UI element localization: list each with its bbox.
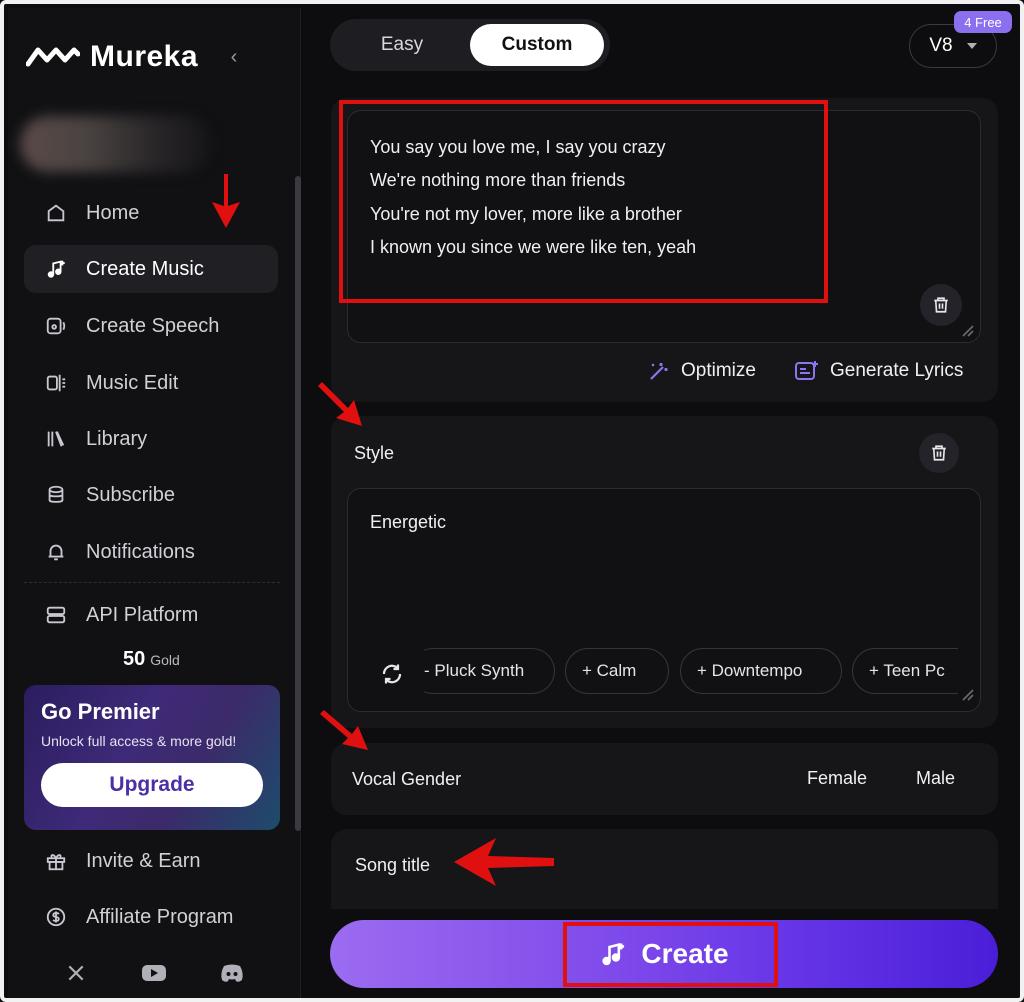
nav-label: Create Music [86,257,204,280]
nav-label: Invite & Earn [86,849,201,872]
discord-icon[interactable] [215,958,249,988]
home-icon [44,201,68,225]
nav-label: Affiliate Program [86,905,234,928]
style-tags-row: - Pluck Synth + Calm + Downtempo + Teen … [424,648,958,694]
nav-create-speech[interactable]: Create Speech [24,302,278,350]
go-premier-card: Go Premier Unlock full access & more gol… [24,685,280,830]
vocal-gender-label: Vocal Gender [352,769,462,789]
annotation-arrow-style [318,382,362,426]
annotation-arrow-down [212,174,240,228]
free-count-badge: 4 Free [954,11,1012,33]
resize-handle-icon[interactable] [960,323,974,337]
vocal-gender-panel: Vocal Gender [331,743,998,815]
screenshot-frame: Mureka ‹ Home Create Music Create Speech [0,0,1024,1002]
nav-label: Create Speech [86,314,220,337]
sidebar: Mureka ‹ Home Create Music Create Speech [8,8,301,998]
music-edit-icon [44,371,68,395]
nav-label: Library [86,427,148,450]
nav-notifications[interactable]: Notifications [24,528,278,576]
style-tag[interactable]: + Teen Pc [852,648,958,694]
nav-label: API Platform [86,603,199,626]
nav-api-platform[interactable]: API Platform [24,591,278,639]
tab-easy[interactable]: Easy [336,24,468,66]
nav-label: Music Edit [86,371,179,394]
mureka-logo-icon [26,47,80,67]
generate-lyrics-label: Generate Lyrics [830,360,964,381]
premier-subtitle: Unlock full access & more gold! [41,733,237,749]
nav-library[interactable]: Library [24,415,278,463]
dollar-icon [44,905,68,929]
app-logo[interactable]: Mureka [26,40,198,74]
version-label: V8 [929,35,953,56]
nav-subscribe[interactable]: Subscribe [24,471,278,519]
nav-label: Notifications [86,540,195,563]
nav-label: Subscribe [86,483,175,506]
youtube-icon[interactable] [137,958,171,988]
generate-lyrics-button[interactable]: Generate Lyrics [794,359,963,383]
nav-invite-earn[interactable]: Invite & Earn [24,837,278,885]
nav-affiliate-program[interactable]: Affiliate Program [24,893,278,941]
vocal-male-option[interactable]: Male [916,768,955,789]
tab-custom[interactable]: Custom [470,24,604,66]
library-icon [44,427,68,451]
style-value: Energetic [370,512,447,532]
song-title-panel: Song title [331,829,998,909]
annotation-arrow-vocal [320,710,368,750]
annotation-box-lyrics [339,100,828,303]
trash-icon [934,297,948,313]
generate-lyrics-icon [795,361,818,380]
music-note-icon [44,257,68,281]
bell-icon [44,540,68,564]
clear-lyrics-button[interactable] [920,284,962,326]
trash-icon [932,445,946,461]
nav-label: Home [86,201,140,224]
magic-wand-icon [650,363,668,380]
annotation-box-create [563,922,778,987]
nav-music-edit[interactable]: Music Edit [24,359,278,407]
upgrade-button[interactable]: Upgrade [41,763,263,807]
server-icon [44,603,68,627]
resize-handle-icon[interactable] [960,687,974,701]
refresh-tags-button[interactable] [376,658,408,690]
gold-unit: Gold [150,652,180,668]
refresh-icon [382,664,402,684]
optimize-button[interactable]: Optimize [647,359,756,383]
style-tag[interactable]: + Downtempo [680,648,842,694]
mode-toggle: Easy Custom [330,19,610,71]
optimize-label: Optimize [681,360,756,381]
sidebar-scrollbar[interactable] [295,176,301,831]
user-profile-blurred[interactable] [20,116,210,172]
database-icon [44,483,68,507]
caret-down-icon [966,43,977,49]
collapse-sidebar-icon[interactable]: ‹ [223,44,245,70]
sidebar-divider [24,582,280,583]
gold-balance: 50 Gold [123,648,180,671]
style-tag[interactable]: + Calm [565,648,669,694]
annotation-arrow-song-title [454,838,554,886]
premier-title: Go Premier [41,699,160,724]
gold-amount: 50 [123,648,146,670]
style-tag[interactable]: - Pluck Synth [424,648,555,694]
nav-create-music[interactable]: Create Music [24,245,278,293]
x-icon[interactable] [59,958,93,988]
gift-icon [44,849,68,873]
speech-icon [44,314,68,338]
style-label: Style [354,443,395,463]
app-name: Mureka [90,40,199,73]
song-title-label: Song title [355,855,431,875]
vocal-female-option[interactable]: Female [807,768,867,789]
clear-style-button[interactable] [919,433,959,473]
